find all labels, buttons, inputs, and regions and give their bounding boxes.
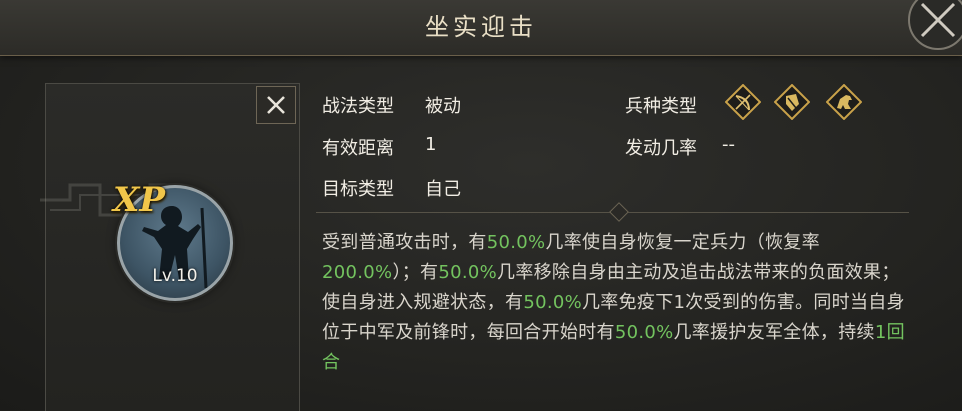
trigger-rate-value: -- <box>722 134 735 155</box>
horse-cavalry-icon[interactable] <box>826 84 862 120</box>
desc-highlight: 200.0% <box>322 262 393 283</box>
desc-text: 几率使自身恢复一定兵力（恢复率 <box>545 232 820 253</box>
skill-description: 受到普通攻击时，有50.0%几率使自身恢复一定兵力（恢复率200.0%）；有50… <box>322 228 907 378</box>
close-icon <box>267 96 285 114</box>
desc-text: 受到普通攻击时，有 <box>322 232 487 253</box>
tactic-type-value: 被动 <box>425 96 461 117</box>
skill-title: 坐实迎击 <box>425 13 537 41</box>
desc-highlight: 50.0% <box>438 262 498 283</box>
shield-infantry-icon[interactable] <box>774 84 810 120</box>
troop-type-label: 兵种类型 <box>625 96 697 117</box>
desc-text: ）；有 <box>392 262 439 283</box>
archer-icon[interactable] <box>725 84 761 120</box>
divider-diamond-icon <box>609 202 629 222</box>
skill-level: Lv.10 <box>152 266 198 286</box>
range-label: 有效距离 <box>322 138 394 159</box>
desc-highlight: 50.0% <box>486 232 546 253</box>
desc-text: 几率援护友军全体，持续 <box>673 322 875 343</box>
desc-highlight: 50.0% <box>614 322 674 343</box>
tactic-type-label: 战法类型 <box>322 96 394 117</box>
skill-detail-panel: 坐实迎击 XP Lv.10 战法类型 被动 有效距离 1 目标类型 自己 兵种类… <box>0 0 962 411</box>
xp-badge: XP <box>113 180 165 220</box>
target-type-value: 自己 <box>425 179 461 200</box>
target-type-label: 目标类型 <box>322 179 394 200</box>
range-value: 1 <box>425 134 437 155</box>
desc-highlight: 50.0% <box>523 292 582 313</box>
close-button[interactable] <box>256 86 296 124</box>
trigger-rate-label: 发动几率 <box>625 138 697 159</box>
